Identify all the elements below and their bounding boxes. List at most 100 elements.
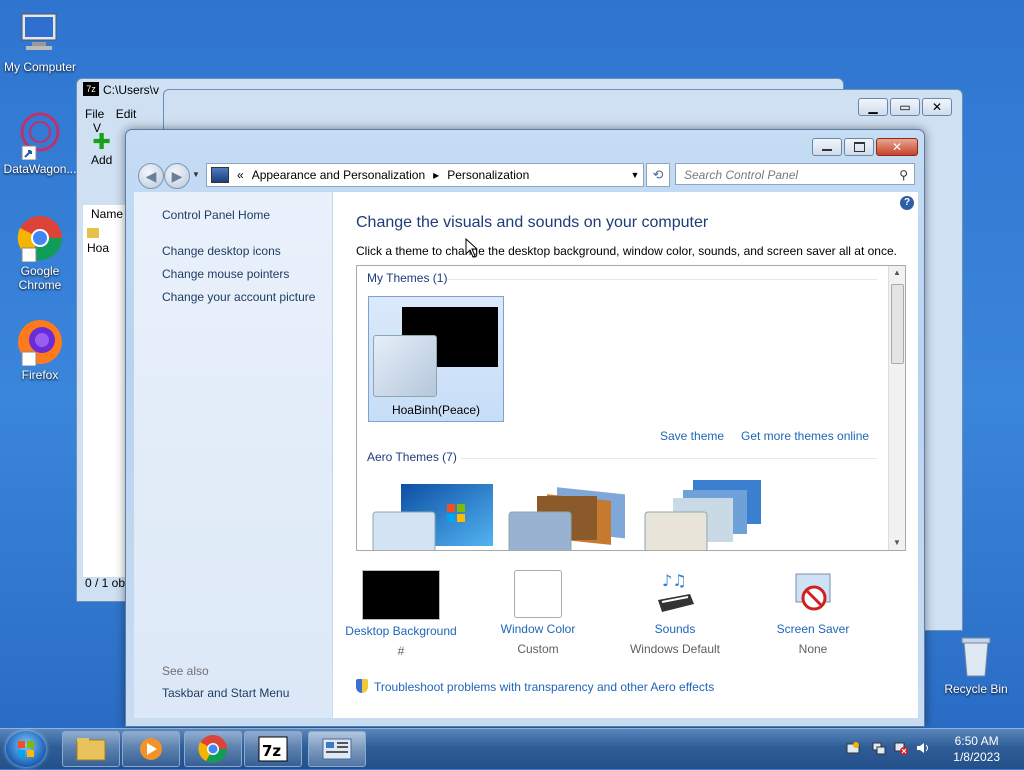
desktop-icon-firefox[interactable]: Firefox <box>0 318 80 382</box>
svg-text:♪♫: ♪♫ <box>662 571 687 590</box>
scrollbar-thumb[interactable] <box>891 284 904 364</box>
window-color-setting[interactable]: Window Color Custom <box>468 570 608 656</box>
add-button[interactable]: ✚ Add <box>91 131 112 168</box>
sounds-link[interactable]: Sounds <box>605 622 745 636</box>
menu-edit[interactable]: Edit <box>116 107 137 121</box>
screen-saver-icon <box>788 570 838 618</box>
theme-gallery[interactable]: My Themes (1) HoaBinh(Peace) Save theme … <box>356 265 906 551</box>
aero-themes-header: Aero Themes (7) <box>367 450 457 464</box>
aero-theme-nature[interactable] <box>643 480 767 550</box>
taskbar-clock[interactable]: 6:50 AM 1/8/2023 <box>953 733 1000 765</box>
close-button[interactable]: ✕ <box>876 138 918 156</box>
refresh-button[interactable]: ⟲ <box>646 163 670 187</box>
screen-saver-setting[interactable]: Screen Saver None <box>743 570 883 656</box>
theme-name: HoaBinh(Peace) <box>391 403 481 417</box>
get-more-themes-link[interactable]: Get more themes online <box>741 429 869 443</box>
change-mouse-pointers-link[interactable]: Change mouse pointers <box>162 267 289 281</box>
volume-icon[interactable] <box>916 741 930 755</box>
breadcrumb-personalization[interactable]: Personalization <box>447 168 529 182</box>
change-desktop-icons-link[interactable]: Change desktop icons <box>162 244 281 258</box>
back-button[interactable]: ◀ <box>138 163 164 189</box>
window-color-link[interactable]: Window Color <box>468 622 608 636</box>
taskbar: 7z 6:50 AM 1/8/2023 <box>0 728 1024 769</box>
maximize-button[interactable]: ▭ <box>890 98 920 116</box>
desktop-icon-my-computer[interactable]: My Computer <box>0 10 80 74</box>
close-icon: ✕ <box>891 140 903 154</box>
breadcrumb-overflow[interactable]: « <box>237 168 244 182</box>
recent-pages-dropdown[interactable]: ▼ <box>192 170 200 179</box>
search-input[interactable]: Search Control Panel ⚲ <box>675 163 915 185</box>
action-center-icon[interactable] <box>846 741 860 755</box>
sounds-icon: ♪♫ <box>650 570 700 618</box>
taskbar-start-menu-link[interactable]: Taskbar and Start Menu <box>162 686 289 700</box>
breadcrumb-separator[interactable]: ▸ <box>433 168 439 182</box>
page-subtitle: Click a theme to change the desktop back… <box>356 244 897 258</box>
mouse-cursor-icon <box>465 238 477 258</box>
scroll-up-icon[interactable]: ▲ <box>889 266 905 280</box>
scroll-down-icon[interactable]: ▼ <box>889 536 905 550</box>
aero-theme-architecture[interactable] <box>507 480 631 550</box>
column-header-name[interactable]: Name <box>83 205 127 223</box>
status-bar: 0 / 1 ob <box>85 576 126 590</box>
control-panel-icon <box>211 167 229 183</box>
network-icon[interactable] <box>872 741 886 755</box>
desktop-background-setting[interactable]: Desktop Background # <box>331 570 471 658</box>
breadcrumb-appearance[interactable]: Appearance and Personalization <box>252 168 425 182</box>
chevron-down-icon[interactable]: ▼ <box>627 170 643 180</box>
control-panel-home-link[interactable]: Control Panel Home <box>162 208 270 222</box>
window-color-value: Custom <box>517 642 559 656</box>
forward-arrow-icon: ▶ <box>171 168 183 184</box>
forward-button[interactable]: ▶ <box>164 163 190 189</box>
desktop-background-preview <box>362 570 440 620</box>
caption-buttons: ✕ <box>812 138 918 156</box>
folder-icon <box>76 738 106 761</box>
theme-gallery-scrollbar[interactable]: ▲ ▼ <box>888 266 905 550</box>
desktop-background-link[interactable]: Desktop Background <box>331 624 471 638</box>
minimize-button[interactable]: ▁ <box>858 98 888 116</box>
taskbar-explorer-button[interactable] <box>62 731 120 767</box>
page-title: Change the visuals and sounds on your co… <box>356 214 709 231</box>
7zip-icon: 7z <box>83 82 99 96</box>
taskbar-media-player-button[interactable] <box>122 731 180 767</box>
my-themes-header: My Themes (1) <box>367 271 448 285</box>
change-account-picture-link[interactable]: Change your account picture <box>162 290 315 304</box>
search-icon[interactable]: ⚲ <box>899 164 908 186</box>
shield-icon <box>356 679 368 693</box>
close-button[interactable]: ✕ <box>922 98 952 116</box>
network-error-icon[interactable] <box>894 741 908 755</box>
save-theme-link[interactable]: Save theme <box>660 429 724 443</box>
screen-saver-link[interactable]: Screen Saver <box>743 622 883 636</box>
aero-theme-windows7[interactable] <box>371 480 495 550</box>
maximize-button[interactable] <box>844 138 874 156</box>
personalization-window[interactable]: ✕ ◀ ▶ ▼ « Appearance and Personalization… <box>125 129 925 727</box>
windows-logo-icon <box>18 741 34 757</box>
desktop-icon-label: Recycle Bin <box>944 682 1008 696</box>
sounds-setting[interactable]: ♪♫ Sounds Windows Default <box>605 570 745 656</box>
clock-time: 6:50 AM <box>954 734 999 748</box>
file-row[interactable]: Hoa <box>83 223 127 255</box>
desktop-icon-chrome[interactable]: Google Chrome <box>0 214 80 292</box>
media-player-icon <box>140 738 162 760</box>
file-list[interactable]: Name Hoa <box>83 205 127 577</box>
troubleshoot-link[interactable]: Troubleshoot problems with transparency … <box>356 679 714 694</box>
chrome-icon <box>198 735 227 763</box>
taskbar-control-panel-button[interactable] <box>308 731 366 767</box>
navigation-bar: ◀ ▶ ▼ « Appearance and Personalization ▸… <box>134 162 918 189</box>
taskbar-7zip-button[interactable]: 7z <box>244 731 302 767</box>
menu-file[interactable]: File <box>85 107 104 121</box>
caption-buttons: ▁ ▭ ✕ <box>858 98 952 116</box>
computer-icon <box>16 10 64 58</box>
taskbar-chrome-button[interactable] <box>184 731 242 767</box>
clock-date: 1/8/2023 <box>953 750 1000 764</box>
start-button[interactable] <box>6 731 46 767</box>
desktop-icon-datawagon[interactable]: DataWagon... <box>0 112 80 176</box>
theme-hoabinh[interactable]: HoaBinh(Peace) <box>368 296 504 422</box>
chrome-icon <box>16 214 64 263</box>
see-also-heading: See also <box>162 664 209 678</box>
troubleshoot-label: Troubleshoot problems with transparency … <box>374 680 715 694</box>
address-bar[interactable]: « Appearance and Personalization ▸ Perso… <box>206 163 644 187</box>
desktop-icon-recycle-bin[interactable]: Recycle Bin <box>936 632 1016 696</box>
system-tray: 6:50 AM 1/8/2023 <box>824 729 1024 769</box>
help-icon[interactable]: ? <box>900 196 914 210</box>
minimize-button[interactable] <box>812 138 842 156</box>
